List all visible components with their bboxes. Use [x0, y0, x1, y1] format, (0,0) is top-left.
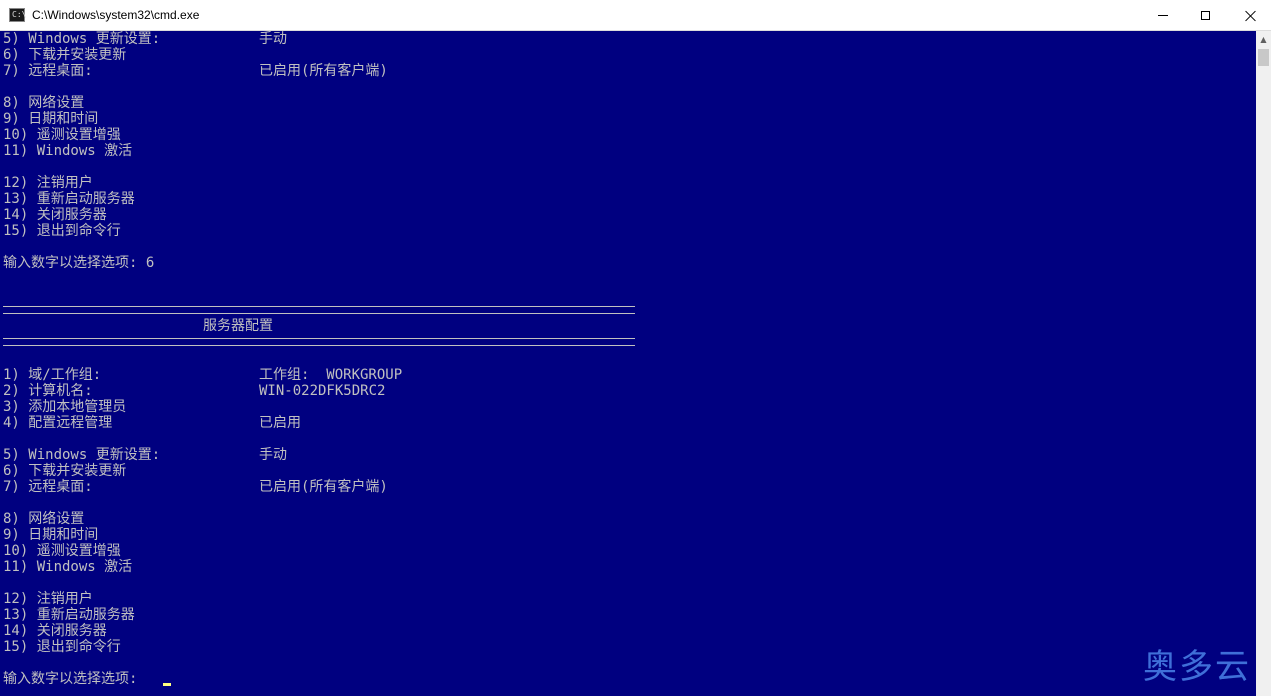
menu-line-shutdown: 14) 关闭服务器 [3, 207, 107, 223]
menu-value-remote-management: 已启用 [259, 415, 301, 431]
menu-value-windows-update: 手动 [259, 447, 287, 463]
close-button[interactable] [1228, 0, 1271, 31]
menu-line-exit: 15) 退出到命令行 [3, 639, 121, 655]
menu-line-install-updates: 6) 下载并安装更新 [3, 463, 127, 479]
menu-line-exit: 15) 退出到命令行 [3, 223, 121, 239]
menu-line-activation: 11) Windows 激活 [3, 143, 133, 159]
menu-line-logoff: 12) 注销用户 [3, 591, 93, 607]
scroll-up-arrow-icon[interactable]: ▲ [1256, 31, 1271, 48]
menu-line-datetime: 9) 日期和时间 [3, 527, 99, 543]
maximize-icon [1200, 11, 1210, 20]
page-title: 服务器配置 [203, 318, 273, 334]
menu-line-add-admin: 3) 添加本地管理员 [3, 399, 127, 415]
menu-line-network: 8) 网络设置 [3, 511, 85, 527]
window-title: C:\Windows\system32\cmd.exe [32, 8, 200, 22]
menu-line-telemetry: 10) 遥测设置增强 [3, 127, 121, 143]
menu-line-telemetry: 10) 遥测设置增强 [3, 543, 121, 559]
menu-value-remote-desktop: 已启用(所有客户端) [259, 479, 388, 495]
maximize-button[interactable] [1182, 0, 1228, 31]
close-icon [1245, 10, 1257, 22]
watermark-logo: 奥多云 [1143, 647, 1251, 687]
cmd-icon[interactable]: C:\ [9, 8, 27, 22]
menu-line-remote-desktop: 7) 远程桌面: [3, 479, 93, 495]
menu-line-windows-update: 5) Windows 更新设置: [3, 447, 161, 463]
menu-line-remote-desktop: 7) 远程桌面: [3, 63, 93, 79]
menu-line-network: 8) 网络设置 [3, 95, 85, 111]
scroll-thumb[interactable] [1258, 49, 1269, 66]
menu-line-domain: 1) 域/工作组: [3, 367, 102, 383]
console-output[interactable]: 5) Windows 更新设置: 手动 6) 下载并安装更新 7) 远程桌面: … [0, 31, 1256, 696]
title-bar[interactable]: C:\ C:\Windows\system32\cmd.exe [0, 0, 1271, 31]
menu-line-install-updates: 6) 下载并安装更新 [3, 47, 127, 63]
previous-prompt: 输入数字以选择选项: 6 [3, 255, 155, 271]
minimize-icon [1158, 15, 1168, 16]
menu-line-datetime: 9) 日期和时间 [3, 111, 99, 127]
text-cursor [163, 683, 171, 686]
menu-line-remote-management: 4) 配置远程管理 [3, 415, 113, 431]
menu-line-computer-name: 2) 计算机名: [3, 383, 93, 399]
menu-line-shutdown: 14) 关闭服务器 [3, 623, 107, 639]
cmd-icon-label: C:\ [12, 10, 27, 19]
menu-value-computer-name: WIN-022DFK5DRC2 [259, 383, 386, 399]
minimize-button[interactable] [1140, 0, 1186, 31]
menu-value-remote-desktop: 已启用(所有客户端) [259, 63, 388, 79]
vertical-scrollbar[interactable]: ▲ [1256, 31, 1271, 696]
menu-line-logoff: 12) 注销用户 [3, 175, 93, 191]
menu-line-restart: 13) 重新启动服务器 [3, 607, 135, 623]
menu-value-windows-update: 手动 [259, 31, 287, 47]
separator-bottom [3, 338, 635, 346]
menu-line-restart: 13) 重新启动服务器 [3, 191, 135, 207]
menu-line-windows-update: 5) Windows 更新设置: [3, 31, 161, 47]
input-prompt[interactable]: 输入数字以选择选项: [3, 671, 137, 687]
menu-line-activation: 11) Windows 激活 [3, 559, 133, 575]
menu-value-domain: 工作组: WORKGROUP [259, 367, 403, 383]
separator-top [3, 306, 635, 314]
